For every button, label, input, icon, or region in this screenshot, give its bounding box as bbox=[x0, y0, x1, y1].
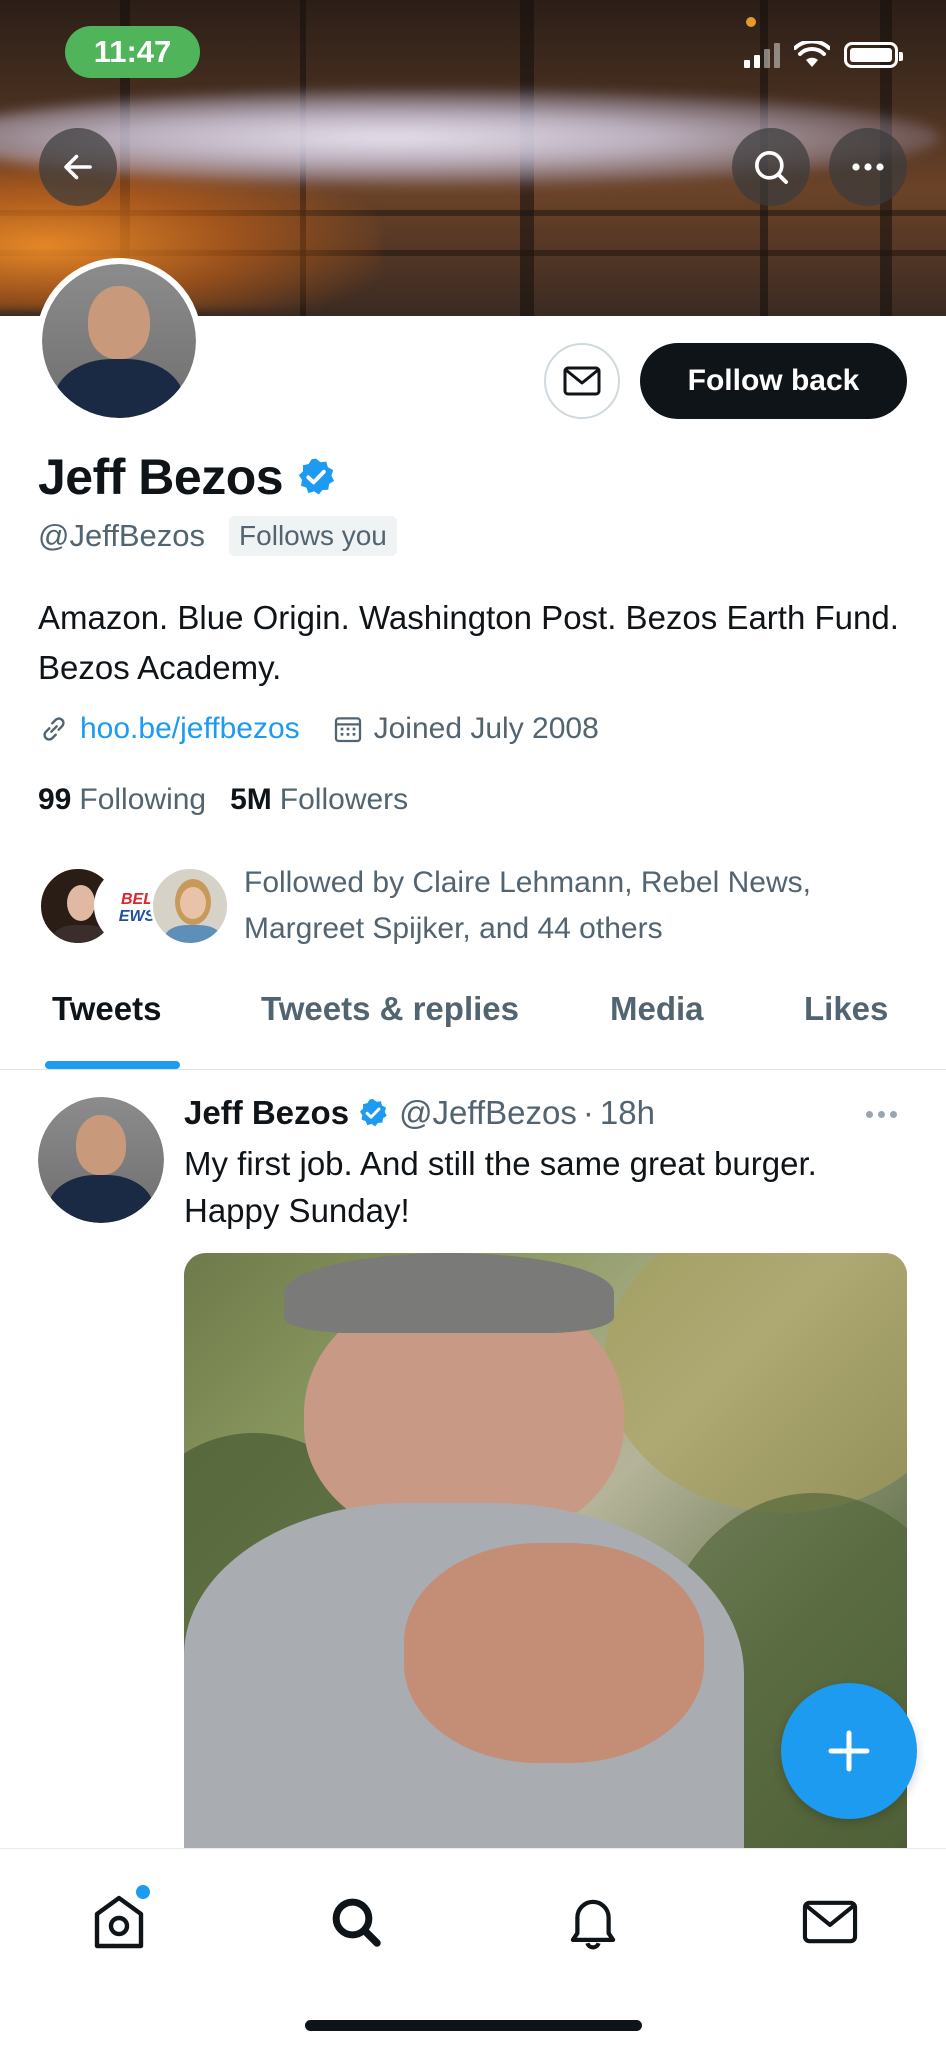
home-icon bbox=[94, 1895, 144, 1949]
home-notification-dot bbox=[136, 1885, 150, 1899]
nav-notifications[interactable] bbox=[558, 1887, 628, 1957]
follower-avatar-margreet-spijker bbox=[150, 866, 230, 946]
profile-joined-date: Joined July 2008 bbox=[373, 712, 599, 745]
compose-tweet-button[interactable] bbox=[781, 1683, 917, 1819]
more-options-button[interactable] bbox=[829, 128, 907, 206]
wifi-icon bbox=[794, 41, 830, 67]
more-dot-icon bbox=[878, 1110, 885, 1118]
plus-icon bbox=[828, 1730, 870, 1772]
active-tab-indicator bbox=[45, 1061, 180, 1069]
tweet-author-avatar[interactable] bbox=[38, 1097, 164, 1223]
tab-likes[interactable]: Likes bbox=[804, 990, 888, 1028]
profile-avatar[interactable] bbox=[36, 258, 202, 424]
mail-icon bbox=[563, 366, 601, 396]
tweet-avatar-image bbox=[38, 1097, 164, 1223]
followers-count-link[interactable]: 5M Followers bbox=[230, 783, 408, 817]
following-count: 99 bbox=[38, 783, 72, 816]
more-horizontal-icon bbox=[852, 163, 884, 171]
more-dot-icon bbox=[866, 1110, 873, 1118]
tweet-text: My first job. And still the same great b… bbox=[184, 1145, 817, 1229]
search-icon bbox=[755, 151, 788, 184]
status-time: 11:47 bbox=[65, 26, 200, 78]
search-icon bbox=[332, 1898, 381, 1947]
back-arrow-icon bbox=[64, 154, 92, 180]
follow-back-button[interactable]: Follow back bbox=[640, 343, 907, 419]
cellular-signal-icon bbox=[744, 42, 780, 68]
followed-by-avatars: BEL EWS bbox=[38, 866, 230, 946]
verified-badge-icon bbox=[359, 1099, 387, 1127]
profile-tabs: Tweets Tweets & replies Media Likes bbox=[0, 982, 946, 1070]
following-label: Following bbox=[79, 783, 207, 816]
bottom-navigation bbox=[0, 1848, 946, 2048]
calendar-icon bbox=[334, 717, 361, 743]
profile-handle-row: @JeffBezos Follows you bbox=[38, 516, 397, 556]
tweet-author-name[interactable]: Jeff Bezos bbox=[184, 1094, 349, 1132]
profile-website-link[interactable]: hoo.be/jeffbezos bbox=[80, 712, 300, 746]
follow-counts: 99 Following 5M Followers bbox=[38, 783, 408, 817]
tweet-header: Jeff Bezos @JeffBezos · 18h bbox=[184, 1094, 655, 1132]
follows-you-badge: Follows you bbox=[229, 516, 397, 556]
more-dot-icon bbox=[890, 1110, 897, 1118]
profile-name-row: Jeff Bezos bbox=[38, 448, 337, 506]
nav-home[interactable] bbox=[84, 1885, 154, 1957]
tab-media[interactable]: Media bbox=[610, 990, 704, 1028]
followers-count: 5M bbox=[230, 783, 272, 816]
followers-label: Followers bbox=[279, 783, 409, 816]
profile-bio: Amazon. Blue Origin. Washington Post. Be… bbox=[38, 599, 899, 686]
mail-icon bbox=[802, 1900, 858, 1944]
tab-tweets-and-replies[interactable]: Tweets & replies bbox=[261, 990, 519, 1028]
profile-meta: hoo.be/jeffbezos Joined July 2008 bbox=[38, 712, 599, 746]
tweet-separator: · bbox=[582, 1094, 594, 1131]
privacy-indicator-dot bbox=[746, 17, 756, 27]
avatar-image bbox=[42, 264, 196, 418]
tweet-author-handle: @JeffBezos bbox=[399, 1094, 577, 1131]
followed-by-section[interactable]: BEL EWS Followed by Claire Lehmann, Rebe… bbox=[38, 860, 884, 952]
profile-handle: @JeffBezos bbox=[38, 518, 206, 553]
nav-search[interactable] bbox=[321, 1887, 391, 1957]
followed-by-text: Followed by Claire Lehmann, Rebel News, … bbox=[244, 866, 811, 945]
link-icon bbox=[43, 717, 65, 741]
tab-tweets[interactable]: Tweets bbox=[52, 990, 161, 1028]
following-count-link[interactable]: 99 Following bbox=[38, 783, 206, 817]
verified-badge-icon bbox=[298, 458, 335, 495]
status-icons bbox=[744, 40, 903, 70]
bell-icon bbox=[570, 1899, 616, 1950]
home-indicator-bar[interactable] bbox=[305, 2020, 642, 2031]
battery-icon bbox=[844, 42, 903, 68]
search-button[interactable] bbox=[732, 128, 810, 206]
message-button[interactable] bbox=[544, 343, 620, 419]
profile-name: Jeff Bezos bbox=[38, 449, 284, 505]
tweet-more-button[interactable] bbox=[866, 1104, 906, 1124]
back-button[interactable] bbox=[39, 128, 117, 206]
tweet-timestamp[interactable]: 18h bbox=[600, 1094, 655, 1132]
nav-messages[interactable] bbox=[795, 1887, 865, 1957]
